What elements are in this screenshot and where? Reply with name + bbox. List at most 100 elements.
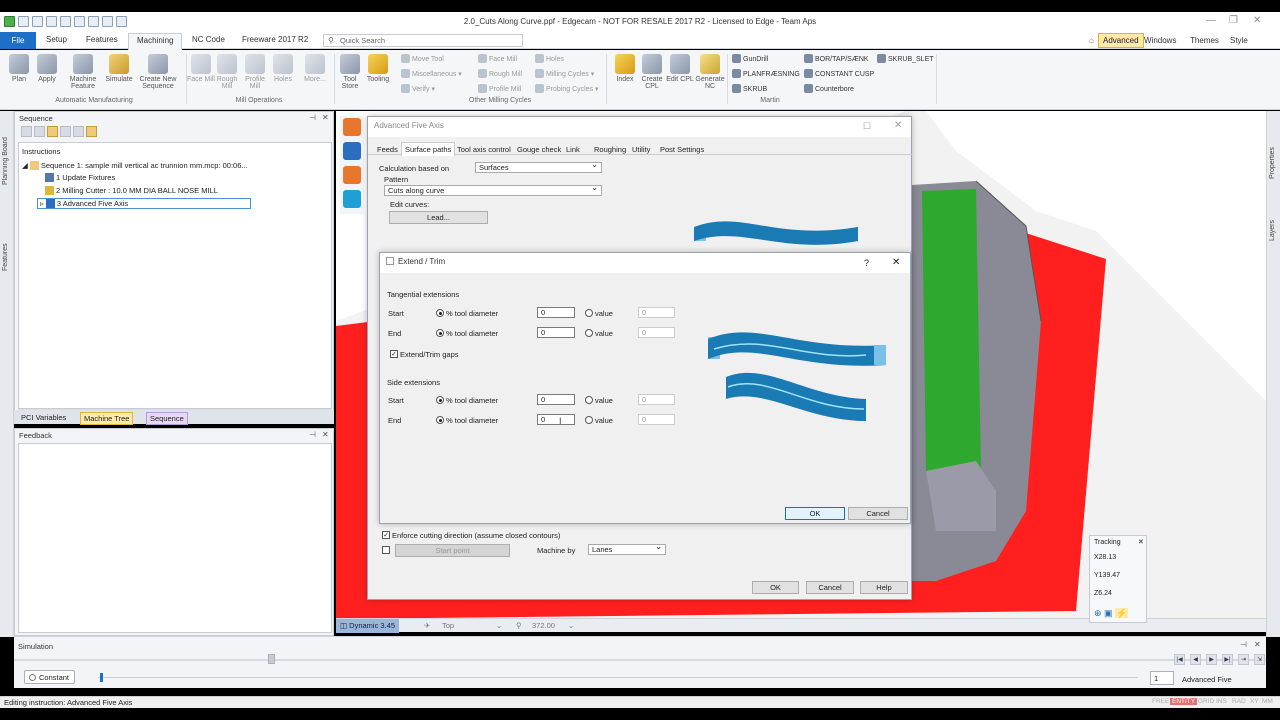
tan-end-pct-radio[interactable] [436, 329, 444, 337]
status-free[interactable]: FREE [1152, 698, 1169, 705]
tool-store-button[interactable]: Tool Store [335, 54, 365, 90]
tree-item-milling-cutter[interactable]: 2 Milling Cutter : 10.0 MM DIA BALL NOSE… [45, 186, 218, 195]
extend-ok-button[interactable]: OK [785, 507, 845, 520]
tracking-tools-icon[interactable]: ⊕ ▣ ⚡ [1094, 608, 1129, 619]
themes-menu[interactable]: Themes [1190, 36, 1219, 45]
side-start-value-input[interactable]: 0 [638, 394, 675, 405]
tracking-close-icon[interactable]: ✕ [1138, 538, 1144, 546]
play-icon[interactable]: ▶ [1206, 654, 1217, 665]
cube-orange-icon[interactable] [343, 118, 361, 136]
view-select[interactable]: Top [442, 621, 454, 630]
tab-file[interactable]: File [0, 32, 36, 49]
tree-item-sequence[interactable]: ◢ Sequence 1: sample mill vertical ac tr… [22, 161, 248, 170]
probing-cycles-button[interactable]: Probing Cycles ▾ [535, 84, 599, 93]
speed-slider-knob[interactable] [100, 673, 103, 682]
gundrill-button[interactable]: GunDrill [732, 54, 768, 63]
layers-side-tab[interactable]: Layers [1269, 201, 1276, 241]
tree-icon[interactable] [60, 126, 71, 137]
status-ins[interactable]: INS [1216, 698, 1227, 705]
rough-mill-button[interactable]: Rough Mill [212, 54, 242, 90]
last-frame-icon[interactable]: ⇥ [1238, 654, 1249, 665]
view-dropdown-icon[interactable]: ⌄ [496, 621, 502, 630]
status-xy[interactable]: XY [1250, 698, 1259, 705]
miscellaneous-button[interactable]: Miscellaneous ▾ [401, 69, 462, 78]
windows-menu[interactable]: Windows [1144, 36, 1176, 45]
planning-board-tab[interactable]: Planning Board [2, 125, 9, 185]
sync-icon[interactable] [86, 126, 97, 137]
tan-end-value-input[interactable]: 0 [638, 327, 675, 338]
side-start-value-radio[interactable] [585, 396, 593, 404]
holes-button[interactable]: Holes [268, 54, 298, 83]
features-side-tab[interactable]: Features [2, 221, 9, 271]
simulate-button[interactable]: Simulate [104, 54, 134, 83]
minimize-button[interactable]: — [1206, 15, 1216, 26]
tan-start-pct-radio[interactable] [436, 309, 444, 317]
extend-help-icon[interactable]: ? [864, 258, 869, 268]
tab-machine-tree[interactable]: Machine Tree [80, 412, 134, 425]
refresh-icon[interactable] [21, 126, 32, 137]
start-point-checkbox[interactable] [382, 546, 390, 554]
move-icon[interactable] [34, 126, 45, 137]
style-menu[interactable]: Style [1230, 36, 1248, 45]
skrub-slet-button[interactable]: SKRUB_SLET [877, 54, 934, 63]
edit-icon[interactable] [47, 126, 58, 137]
tab-sequence[interactable]: Sequence [146, 412, 188, 425]
extend-close-icon[interactable]: ✕ [892, 257, 900, 268]
home-icon[interactable]: ⌂ [1089, 36, 1094, 45]
planfraesning-button[interactable]: PLANFRÆSNING [732, 69, 800, 78]
rough-mill-small-button[interactable]: Rough Mill [478, 69, 522, 78]
side-end-value-radio[interactable] [585, 416, 593, 424]
afa-maximize-icon[interactable]: ☐ [863, 121, 871, 132]
tab-surface-paths[interactable]: Surface paths [401, 142, 456, 156]
side-end-value-input[interactable]: 0 [638, 414, 675, 425]
dynamic-view-button[interactable]: ◫ Dynamic 3.45 [336, 619, 400, 633]
tab-roughing[interactable]: Roughing [594, 145, 626, 154]
simulation-spin[interactable]: 1 [1150, 671, 1174, 685]
side-end-pct-radio[interactable] [436, 416, 444, 424]
first-frame-icon[interactable]: |◀ [1174, 654, 1185, 665]
skrub-button[interactable]: SKRUB [732, 84, 767, 93]
status-mm[interactable]: MM [1262, 698, 1273, 705]
create-cpl-button[interactable]: Create CPL [637, 54, 667, 90]
plan-button[interactable]: Plan [4, 54, 34, 83]
tree-item-advanced-five-axis[interactable]: ▹ 3 Advanced Five Axis [37, 198, 251, 209]
move-tool-button[interactable]: Move Tool [401, 54, 444, 63]
tan-start-input[interactable]: 0 [537, 307, 575, 318]
status-entity[interactable]: ENTITY [1170, 698, 1198, 705]
prev-frame-icon[interactable]: ◀ [1190, 654, 1201, 665]
generate-nc-button[interactable]: Generate NC [695, 54, 725, 90]
expand-icon[interactable] [73, 126, 84, 137]
side-start-input[interactable]: 0 [537, 394, 575, 405]
zoom-dropdown-icon[interactable]: ⌄ [568, 621, 574, 630]
constant-speed-button[interactable]: Constant [24, 670, 76, 684]
properties-side-tab[interactable]: Properties [1269, 119, 1276, 179]
constant-cusp-button[interactable]: CONSTANT CUSP [804, 69, 874, 78]
afa-cancel-button[interactable]: Cancel [806, 581, 854, 594]
simulation-slider-knob[interactable] [268, 654, 275, 664]
pattern-select[interactable]: Cuts along curve [384, 183, 602, 196]
close-button[interactable]: ✕ [1253, 15, 1261, 26]
cube-cyan-icon[interactable] [343, 190, 361, 208]
cube-orange2-icon[interactable] [343, 166, 361, 184]
more-button[interactable]: More... [300, 54, 330, 83]
side-end-input[interactable]: 0 [537, 414, 575, 425]
create-new-sequence-button[interactable]: Create New Sequence [138, 54, 178, 90]
verify-button[interactable]: Verify ▾ [401, 84, 435, 93]
afa-help-button[interactable]: Help [860, 581, 908, 594]
status-rad[interactable]: RAD [1232, 698, 1246, 705]
tab-features[interactable]: Features [86, 35, 118, 44]
next-frame-icon[interactable]: ▶| [1222, 654, 1233, 665]
sequence-close-icon[interactable]: ✕ [322, 113, 329, 122]
quick-search-input[interactable]: ⚲ Quick Search [323, 34, 523, 47]
pin-icon[interactable]: ⊣ [1240, 640, 1247, 649]
pin-icon[interactable]: ⊣ [309, 430, 316, 439]
calc-select[interactable]: Surfaces [475, 160, 602, 173]
index-button[interactable]: Index [610, 54, 640, 83]
tab-link[interactable]: Link [566, 145, 580, 154]
apply-button[interactable]: Apply [32, 54, 62, 83]
advanced-toggle[interactable]: Advanced [1098, 33, 1144, 48]
profile-mill-small-button[interactable]: Profile Mill [478, 84, 521, 93]
zoom-icon[interactable]: ⚲ [516, 621, 522, 630]
tab-feeds[interactable]: Feeds [377, 145, 398, 154]
tab-tool-axis-control[interactable]: Tool axis control [457, 145, 511, 154]
